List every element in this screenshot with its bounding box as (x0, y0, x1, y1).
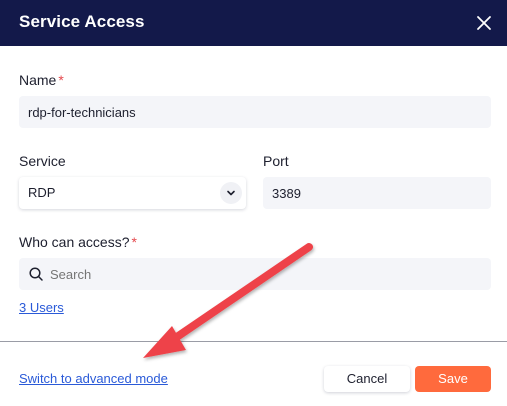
search-icon (28, 266, 44, 282)
name-label: Name * (19, 72, 64, 88)
save-button[interactable]: Save (415, 366, 491, 392)
access-label: Who can access? * (19, 234, 137, 250)
footer-divider (0, 341, 507, 342)
dialog-title: Service Access (19, 12, 145, 31)
users-link[interactable]: 3 Users (19, 300, 64, 315)
advanced-mode-link[interactable]: Switch to advanced mode (19, 371, 168, 386)
port-label: Port (263, 153, 289, 169)
close-icon[interactable] (473, 12, 495, 34)
port-field[interactable] (263, 177, 491, 209)
name-input[interactable] (19, 96, 491, 128)
dialog-header: Service Access (0, 0, 507, 46)
access-required-mark: * (131, 234, 137, 250)
chevron-down-icon[interactable] (220, 182, 242, 204)
name-field[interactable] (19, 96, 491, 128)
search-input[interactable] (19, 258, 491, 290)
service-label: Service (19, 153, 66, 169)
port-input[interactable] (263, 177, 491, 209)
access-label-text: Who can access? (19, 234, 130, 250)
service-select-value: RDP (28, 185, 56, 200)
cancel-button[interactable]: Cancel (324, 366, 410, 392)
search-field[interactable] (19, 258, 491, 290)
service-access-dialog: Service Access Name* Service RDP Port Wh… (0, 0, 507, 406)
name-label-text: Name (19, 72, 57, 88)
service-select[interactable]: RDP (19, 177, 246, 209)
name-required-mark: * (58, 72, 64, 88)
